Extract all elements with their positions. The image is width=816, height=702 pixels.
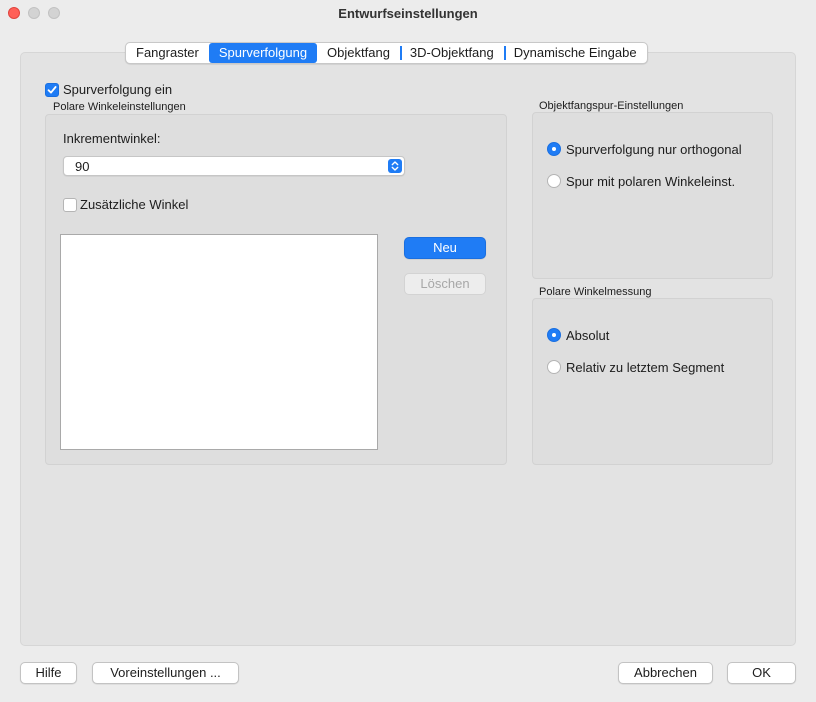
tracking-enable-label: Spurverfolgung ein: [63, 82, 173, 97]
absolute-label: Absolut: [566, 328, 610, 343]
increment-angle-label: Inkrementwinkel:: [63, 131, 161, 146]
tab-3d-objektfang[interactable]: 3D-Objektfang: [399, 43, 504, 63]
relative-last-segment-radio[interactable]: [547, 360, 561, 374]
relative-last-segment-label: Relativ zu letztem Segment: [566, 360, 725, 375]
increment-angle-value: 90: [75, 159, 90, 174]
tab-spurverfolgung[interactable]: Spurverfolgung: [208, 43, 318, 63]
defaults-button[interactable]: Voreinstellungen ...: [92, 662, 239, 684]
absolute-radio[interactable]: [547, 328, 561, 342]
tab-fangraster[interactable]: Fangraster: [126, 43, 209, 63]
title-bar: Entwurfseinstellungen: [0, 0, 816, 28]
osnap-tracking-group-label: Objektfangspur-Einstellungen: [539, 100, 684, 112]
tab-objektfang[interactable]: Objektfang: [317, 43, 400, 63]
window-title: Entwurfseinstellungen: [338, 6, 478, 21]
tab-bar: Fangraster Spurverfolgung Objektfang 3D-…: [125, 42, 648, 64]
new-angle-button[interactable]: Neu: [404, 237, 486, 259]
osnap-tracking-group: [532, 112, 773, 279]
additional-angles-label: Zusätzliche Winkel: [80, 197, 189, 212]
tab-dynamische-eingabe[interactable]: Dynamische Eingabe: [503, 43, 647, 63]
tracking-enable-checkbox[interactable]: [45, 83, 59, 97]
polar-tracking-radio[interactable]: [547, 174, 561, 188]
polar-measure-group-label: Polare Winkelmessung: [539, 286, 652, 298]
cancel-button[interactable]: Abbrechen: [618, 662, 713, 684]
orthogonal-only-label: Spurverfolgung nur orthogonal: [566, 142, 742, 157]
additional-angles-checkbox[interactable]: [63, 198, 77, 212]
dialog-window: Entwurfseinstellungen Fangraster Spurver…: [0, 0, 816, 702]
orthogonal-only-radio[interactable]: [547, 142, 561, 156]
delete-angle-button[interactable]: Löschen: [404, 273, 486, 295]
additional-angles-list[interactable]: [60, 234, 378, 450]
ok-button[interactable]: OK: [727, 662, 796, 684]
polar-tracking-label: Spur mit polaren Winkeleinst.: [566, 174, 736, 189]
help-button[interactable]: Hilfe: [20, 662, 77, 684]
increment-angle-select[interactable]: 90: [63, 156, 405, 176]
polar-settings-group-label: Polare Winkeleinstellungen: [53, 101, 186, 113]
checkmark-icon: [47, 86, 57, 94]
select-chevron-icon: [388, 159, 402, 173]
polar-measure-group: [532, 298, 773, 465]
